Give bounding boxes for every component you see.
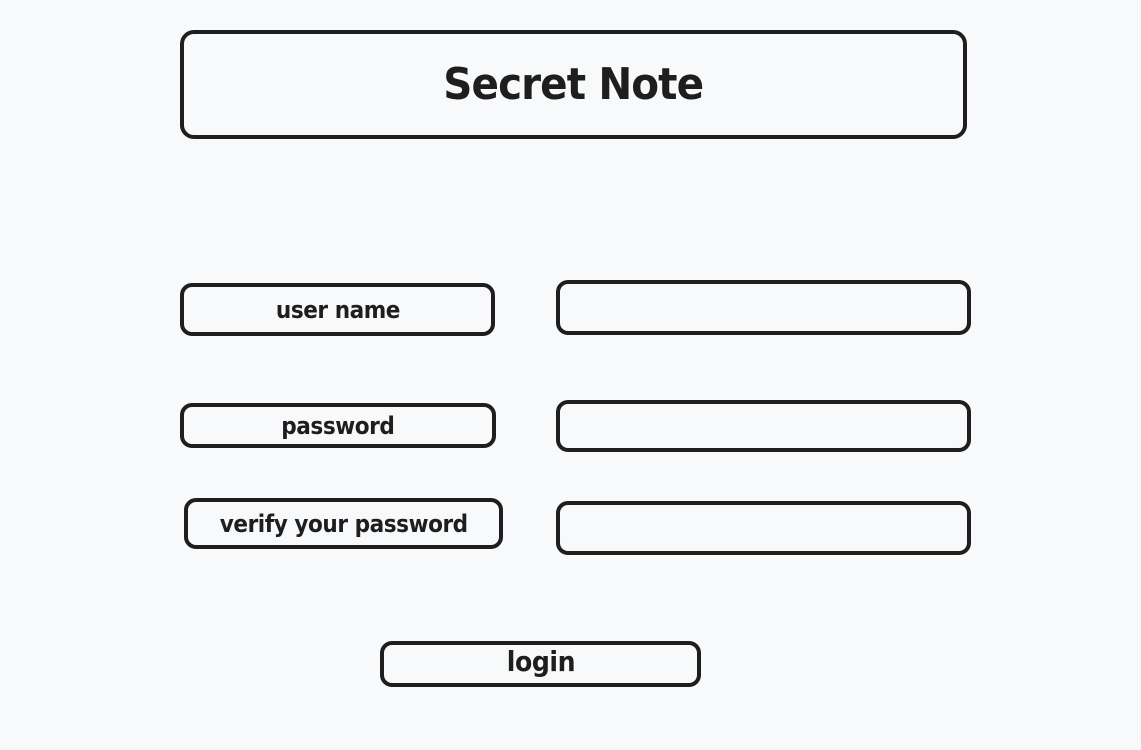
login-button[interactable]: login [380,641,701,687]
title-banner: Secret Note [180,30,967,139]
login-button-label: login [506,644,575,678]
username-input[interactable] [560,284,967,331]
username-label: user name [275,295,400,324]
verify-password-label-box: verify your password [184,498,503,549]
password-input[interactable] [560,404,967,448]
password-label-box: password [180,403,496,448]
verify-password-input[interactable] [560,505,967,551]
verify-password-field-box[interactable] [556,501,971,555]
username-label-box: user name [180,283,495,336]
verify-password-label: verify your password [219,509,468,538]
page-title: Secret Note [443,59,705,110]
password-field-box[interactable] [556,400,971,452]
password-label: password [281,411,395,440]
username-field-box[interactable] [556,280,971,335]
